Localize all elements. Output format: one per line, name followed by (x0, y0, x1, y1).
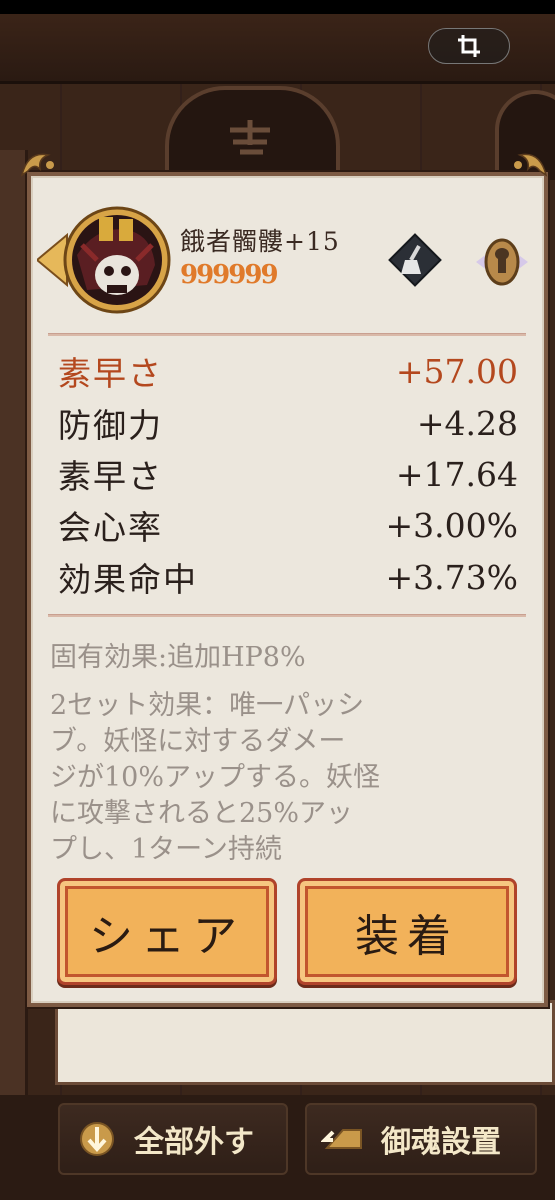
set-effect-text: プし、1ターン持続 (50, 834, 282, 865)
background-sign-glyph (225, 120, 275, 170)
inherent-effect-text: 固有効果:追加HP8% (50, 642, 306, 673)
background-paper (55, 1000, 555, 1085)
corner-ornament-icon (502, 145, 550, 181)
set-effect-text: ジが10%アップする。妖怪 (50, 762, 381, 793)
remove-all-button[interactable]: 全部外す (58, 1103, 288, 1175)
soul-avatar (35, 205, 172, 315)
soul-setup-icon (319, 1118, 369, 1160)
status-bar (0, 0, 555, 14)
soul-setup-label: 御魂設置 (381, 1125, 501, 1160)
share-button-label: シェア (89, 910, 245, 962)
background-pillar (0, 150, 28, 1200)
main-stat-value: +57.00 (395, 351, 518, 391)
soul-star-rating: 999999 (180, 260, 279, 290)
unequip-icon (72, 1118, 122, 1160)
set-effect-text: ブ。妖怪に対するダメー (50, 726, 346, 757)
corner-ornament-icon (18, 145, 66, 181)
remove-all-label: 全部外す (134, 1125, 254, 1160)
soul-name: 餓者髑髏+15 (180, 227, 340, 256)
sub-stat-row: 効果命中 +3.73% (58, 552, 518, 602)
lock-icon[interactable] (472, 233, 532, 291)
soul-setup-button[interactable]: 御魂設置 (305, 1103, 537, 1175)
skull-armor-icon (35, 206, 171, 314)
divider (48, 333, 526, 336)
sub-stat-label: 会心率 (58, 508, 163, 547)
divider (48, 614, 526, 617)
sub-stat-value: +3.00% (385, 505, 518, 545)
set-effect-text: 2セット効果：唯一パッシ (50, 690, 365, 721)
crop-icon (458, 35, 480, 57)
main-stat-label: 素早さ (58, 354, 163, 393)
share-button[interactable]: シェア (57, 878, 277, 985)
sub-stat-row: 素早さ +17.64 (58, 449, 518, 499)
sub-stat-label: 防御力 (58, 406, 163, 445)
sub-stat-label: 素早さ (58, 457, 163, 496)
sub-stat-row: 防御力 +4.28 (58, 398, 518, 448)
sub-stat-row: 会心率 +3.00% (58, 500, 518, 550)
sub-stat-value: +4.28 (416, 403, 518, 443)
sub-stat-label: 効果命中 (58, 560, 198, 599)
set-effect-text: に攻撃されると25%アッ (50, 798, 354, 829)
equip-button[interactable]: 装着 (297, 878, 517, 985)
sub-stat-value: +17.64 (395, 454, 518, 494)
brush-icon[interactable] (387, 232, 443, 288)
crop-button[interactable] (428, 28, 510, 64)
sub-stat-value: +3.73% (385, 557, 518, 597)
equip-button-label: 装着 (355, 910, 459, 962)
main-stat-row: 素早さ +57.00 (58, 346, 518, 396)
